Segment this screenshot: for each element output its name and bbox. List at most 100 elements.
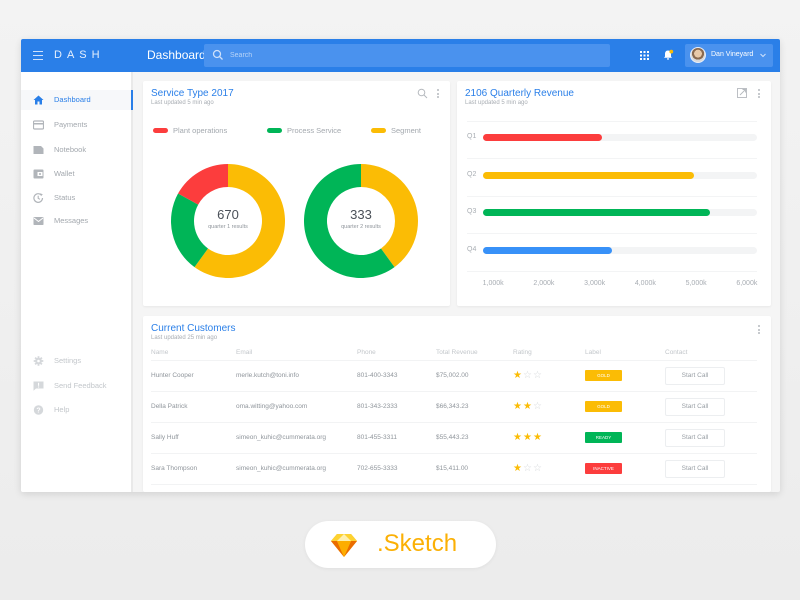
column-header-name[interactable]: Name: [151, 345, 236, 361]
sidebar-item-label: Messages: [54, 216, 89, 225]
quarterly-revenue-card: 2106 Quarterly Revenue Last updated 5 mi…: [457, 81, 771, 306]
help-icon: ?: [33, 405, 44, 415]
column-header-email[interactable]: Email: [236, 345, 357, 361]
customer-revenue: $55,443.23: [436, 422, 513, 454]
avatar: [690, 47, 706, 63]
customer-email: simeon_kuhic@cummerata.org: [236, 422, 357, 454]
donut-slice-process-service[interactable]: [171, 193, 209, 268]
sidebar-item-label: Send Feedback: [54, 381, 107, 390]
notification-bell-icon[interactable]: [662, 49, 674, 61]
open-external-icon[interactable]: [737, 88, 747, 98]
sketch-diamond-icon: [331, 534, 357, 557]
customer-rating: ★☆☆: [513, 360, 585, 392]
more-options-icon[interactable]: [436, 89, 440, 101]
customer-label: GOLD: [585, 360, 665, 392]
sidebar-item-payments[interactable]: Payments: [21, 115, 133, 135]
start-call-button[interactable]: Start Call: [665, 397, 725, 416]
bar-q2[interactable]: [483, 172, 694, 179]
bar-q1[interactable]: [483, 134, 603, 141]
star-empty-icon[interactable]: ☆: [533, 463, 542, 474]
status-icon: [33, 193, 44, 203]
sidebar-item-status[interactable]: Status: [21, 188, 133, 208]
service-type-card: Service Type 2017 Last updated 5 min ago…: [143, 81, 450, 306]
search-bar[interactable]: [204, 44, 610, 67]
star-filled-icon[interactable]: ★: [533, 432, 542, 443]
card-subtitle: Last updated 5 min ago: [465, 100, 528, 106]
column-header-phone[interactable]: Phone: [357, 345, 436, 361]
column-header-label[interactable]: Label: [585, 345, 665, 361]
apps-grid-icon[interactable]: [640, 51, 649, 60]
bar-track: [483, 134, 757, 141]
search-input[interactable]: [230, 44, 600, 67]
bar-track: [483, 172, 757, 179]
customer-revenue: $15,411.00: [436, 453, 513, 485]
column-header-rating[interactable]: Rating: [513, 345, 585, 361]
customer-name: Sara Thompson: [151, 453, 236, 485]
gridline: [467, 271, 757, 272]
x-axis-tick-label: 3,000k: [584, 280, 606, 287]
star-empty-icon[interactable]: ☆: [523, 370, 532, 381]
status-badge: INACTIVE: [585, 463, 622, 474]
customer-phone: 801-343-2333: [357, 391, 436, 423]
user-menu[interactable]: Dan Vineyard: [685, 44, 773, 67]
donut-center-q2: 333 quarter 2 results: [303, 207, 419, 230]
star-filled-icon[interactable]: ★: [523, 401, 532, 412]
star-filled-icon[interactable]: ★: [513, 370, 522, 381]
start-call-button[interactable]: Start Call: [665, 428, 725, 447]
more-options-icon[interactable]: [757, 325, 761, 337]
star-filled-icon[interactable]: ★: [513, 463, 522, 474]
status-badge: GOLD: [585, 401, 622, 412]
bar-category-label: Q2: [467, 171, 477, 178]
donut-label: quarter 2 results: [341, 224, 381, 230]
x-axis-tick-label: 1,000k: [482, 280, 504, 287]
sidebar-item-wallet[interactable]: Wallet: [21, 164, 133, 184]
star-empty-icon[interactable]: ☆: [533, 370, 542, 381]
customers-table: Name Email Phone Total Revenue Rating La…: [151, 345, 757, 485]
sidebar: Dashboard Payments Notebook Wallet Statu…: [21, 72, 133, 492]
start-call-button[interactable]: Start Call: [665, 366, 725, 385]
user-name: Dan Vineyard: [711, 51, 754, 58]
customer-rating: ★★★: [513, 422, 585, 454]
customer-label: GOLD: [585, 391, 665, 423]
gridline: [467, 158, 757, 159]
table-row: Hunter Cooper merle.kutch@toni.info 801-40…: [151, 360, 757, 392]
legend-swatch: [267, 128, 282, 133]
sidebar-item-send-feedback[interactable]: Send Feedback: [21, 376, 133, 396]
star-empty-icon[interactable]: ☆: [523, 463, 532, 474]
search-icon[interactable]: [417, 88, 428, 99]
bar-q3[interactable]: [483, 209, 710, 216]
bar-q4[interactable]: [483, 247, 613, 254]
sidebar-item-settings[interactable]: Settings: [21, 351, 133, 371]
bar-row-q1: Q1: [467, 128, 757, 148]
customer-email: oma.witting@yahoo.com: [236, 391, 357, 423]
start-call-button[interactable]: Start Call: [665, 459, 725, 478]
star-filled-icon[interactable]: ★: [513, 432, 522, 443]
bar-row-q4: Q4: [467, 241, 757, 261]
sidebar-item-messages[interactable]: Messages: [21, 211, 133, 231]
brand-logo: DASH: [54, 49, 105, 61]
sidebar-item-notebook[interactable]: Notebook: [21, 140, 133, 160]
sidebar-item-dashboard[interactable]: Dashboard: [21, 90, 133, 110]
sidebar-item-help[interactable]: ? Help: [21, 400, 133, 420]
sidebar-item-label: Help: [54, 405, 70, 414]
table-header-row: Name Email Phone Total Revenue Rating La…: [151, 345, 757, 361]
more-options-icon[interactable]: [757, 89, 761, 101]
star-filled-icon[interactable]: ★: [513, 401, 522, 412]
bar-track: [483, 247, 757, 254]
column-header-total-revenue[interactable]: Total Revenue: [436, 345, 513, 361]
customer-name: Della Patrick: [151, 391, 236, 423]
customer-contact: Start Call: [665, 391, 757, 423]
x-axis-tick-label: 5,000k: [685, 280, 707, 287]
donut-value: 333: [350, 207, 372, 222]
current-customers-card: Current Customers Last updated 25 min ag…: [143, 316, 771, 492]
home-icon: [33, 95, 44, 105]
customer-email: simeon_kuhic@cummerata.org: [236, 453, 357, 485]
column-header-contact[interactable]: Contact: [665, 345, 757, 361]
customer-rating: ★☆☆: [513, 453, 585, 485]
star-filled-icon[interactable]: ★: [523, 432, 532, 443]
status-badge: READY: [585, 432, 622, 443]
menu-icon[interactable]: [33, 51, 43, 60]
star-empty-icon[interactable]: ☆: [533, 401, 542, 412]
card-subtitle: Last updated 5 min ago: [151, 100, 214, 106]
sidebar-item-label: Payments: [54, 120, 88, 129]
